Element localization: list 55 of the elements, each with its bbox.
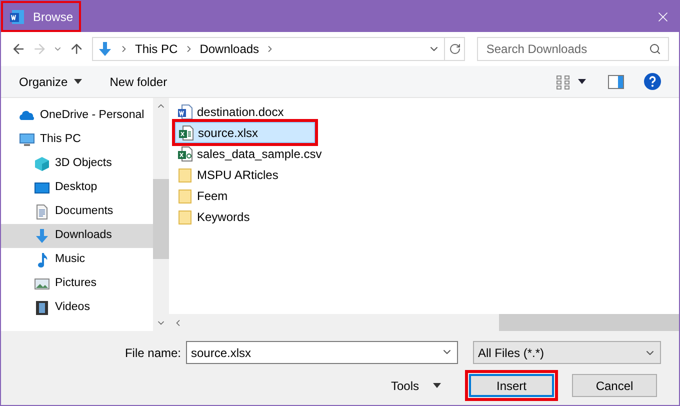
dialog-button[interactable]: Cancel: [572, 374, 657, 397]
sidebar-item[interactable]: Downloads: [1, 224, 153, 248]
file-item[interactable]: MSPU ARticles: [175, 164, 315, 185]
sidebar-item[interactable]: Pictures: [1, 272, 153, 296]
file-type-dropdown[interactable]: All Files (*.*): [473, 341, 661, 364]
sidebar-item[interactable]: Videos: [1, 296, 153, 320]
folder-icon: [177, 188, 193, 204]
word-document-icon: [177, 104, 193, 120]
view-options-icon[interactable]: [556, 74, 572, 90]
refresh-icon: [448, 43, 461, 55]
search-icon[interactable]: [648, 43, 661, 55]
file-item[interactable]: Keywords: [175, 206, 315, 227]
address-bar[interactable]: This PC Downloads: [92, 37, 446, 61]
file-name-field[interactable]: source.xlsx: [186, 341, 458, 364]
window-title: Browse: [1, 1, 82, 32]
sidebar-item[interactable]: Music: [1, 248, 153, 272]
sidebar-item[interactable]: Desktop: [1, 176, 153, 200]
field-label: File name:: [124, 344, 181, 362]
download-icon: [97, 41, 113, 57]
new-folder-button[interactable]: New folder: [110, 72, 168, 90]
desktop-icon: [34, 180, 50, 196]
folder-icon: [177, 166, 193, 182]
computer-icon: [19, 132, 35, 148]
caret-icon: [74, 79, 82, 84]
organize-button[interactable]: Organize: [19, 72, 82, 90]
breadcrumb[interactable]: This PC: [135, 40, 178, 58]
file-item[interactable]: sales_data_sample.csv: [175, 143, 326, 164]
film-icon: [34, 300, 50, 316]
sidebar-item[interactable]: 3D Objects: [1, 152, 153, 176]
file-item[interactable]: Feem: [175, 185, 315, 206]
help-icon[interactable]: [644, 73, 661, 90]
sidebar-item[interactable]: This PC: [1, 128, 153, 152]
sidebar-item[interactable]: Documents: [1, 200, 153, 224]
download-icon: [34, 228, 50, 244]
app-logo-icon: [9, 8, 25, 24]
csv-file-icon: [177, 146, 193, 162]
scrollbar[interactable]: [153, 98, 169, 331]
dialog-button[interactable]: Insert: [469, 374, 554, 397]
refresh-button[interactable]: [444, 37, 466, 61]
search-field[interactable]: Search Downloads: [477, 37, 669, 61]
pictures-icon: [34, 276, 50, 292]
up-icon[interactable]: [68, 41, 84, 57]
file-item[interactable]: destination.docx: [175, 101, 315, 122]
preview-pane-icon[interactable]: [608, 74, 624, 88]
caret-icon: [433, 383, 441, 388]
cube-icon: [34, 156, 50, 172]
sidebar-item[interactable]: OneDrive - Personal: [1, 104, 153, 128]
folder-icon: [177, 208, 193, 224]
file-item[interactable]: source.xlsx: [175, 122, 315, 143]
document-icon: [34, 204, 50, 220]
back-icon[interactable]: [11, 41, 26, 57]
caret-icon[interactable]: [578, 79, 586, 84]
spreadsheet-icon: [178, 124, 194, 140]
breadcrumb[interactable]: Downloads: [200, 40, 260, 58]
tools-button[interactable]: Tools: [390, 376, 441, 394]
